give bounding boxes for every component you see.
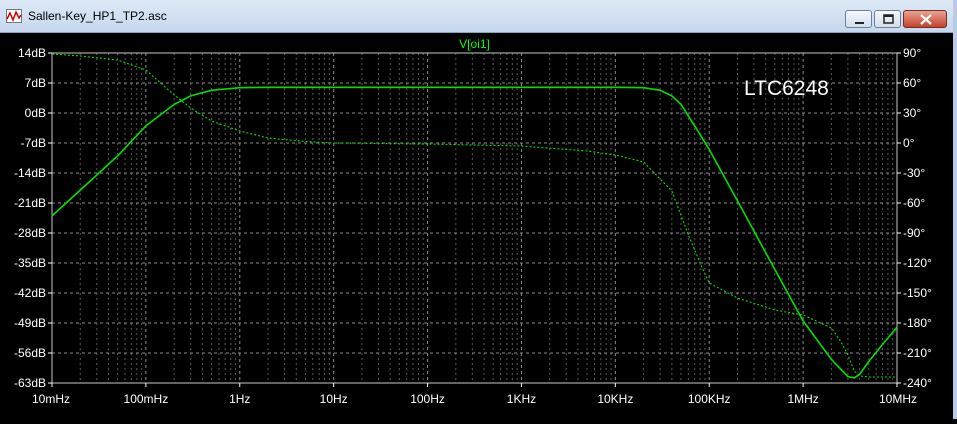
y-right-tick-label: -30° bbox=[903, 166, 925, 180]
y-left-tick-label: -21dB bbox=[14, 196, 46, 210]
y-left-tick-label: 14dB bbox=[18, 46, 46, 60]
y-left-tick-label: 7dB bbox=[25, 76, 46, 90]
y-right-tick-label: 30° bbox=[903, 106, 921, 120]
restore-button[interactable] bbox=[874, 10, 901, 28]
y-left-tick-label: -63dB bbox=[14, 376, 46, 390]
y-left-tick-label: -14dB bbox=[14, 166, 46, 180]
x-tick-label: 1MHz bbox=[787, 392, 818, 406]
y-left-tick-label: -42dB bbox=[14, 286, 46, 300]
plot-pane[interactable]: 14dB 7dB 0dB -7dB -14dB -21dB -28dB -35dB -42dB -… bbox=[0, 33, 957, 419]
y-right-tick-label: -150° bbox=[903, 286, 932, 300]
y-right-tick-label: -210° bbox=[903, 346, 932, 360]
y-left-tick-label: -56dB bbox=[14, 346, 46, 360]
y-left-tick-label: -28dB bbox=[14, 226, 46, 240]
y-right-tick-label: 0° bbox=[903, 136, 915, 150]
window-border bbox=[953, 0, 957, 419]
bode-plot[interactable]: 14dB 7dB 0dB -7dB -14dB -21dB -28dB -35dB -42dB -… bbox=[0, 33, 957, 419]
x-tick-label: 1Hz bbox=[229, 392, 250, 406]
x-tick-label: 10Hz bbox=[320, 392, 348, 406]
y-right-tick-label: -240° bbox=[903, 376, 932, 390]
minimize-button[interactable] bbox=[845, 10, 872, 28]
y-left-tick-label: -35dB bbox=[14, 256, 46, 270]
x-tick-label: 100mHz bbox=[124, 392, 169, 406]
restore-icon bbox=[883, 14, 894, 24]
y-right-tick-label: 60° bbox=[903, 76, 921, 90]
window-title: Sallen-Key_HP1_TP2.asc bbox=[28, 9, 167, 23]
y-right-tick-label: -120° bbox=[903, 256, 932, 270]
x-tick-label: 10KHz bbox=[597, 392, 633, 406]
minimize-icon bbox=[855, 22, 864, 24]
y-right-tick-label: -60° bbox=[903, 196, 925, 210]
y-left-tick-label: 0dB bbox=[25, 106, 46, 120]
close-button[interactable] bbox=[903, 10, 947, 28]
y-right-tick-label: -90° bbox=[903, 226, 925, 240]
window-titlebar[interactable]: Sallen-Key_HP1_TP2.asc bbox=[0, 0, 957, 33]
x-tick-label: 100Hz bbox=[410, 392, 445, 406]
y-right-tick-label: 90° bbox=[903, 46, 921, 60]
close-icon bbox=[920, 14, 932, 25]
y-left-tick-label: -49dB bbox=[14, 316, 46, 330]
plot-annotation: LTC6248 bbox=[744, 77, 829, 100]
x-tick-label: 100KHz bbox=[688, 392, 731, 406]
x-tick-label: 10mHz bbox=[32, 392, 70, 406]
x-tick-label: 1KHz bbox=[507, 392, 536, 406]
trace-label: V[oi1] bbox=[459, 37, 490, 51]
y-left-tick-label: -7dB bbox=[21, 136, 46, 150]
y-right-tick-label: -180° bbox=[903, 316, 932, 330]
waveform-app-icon bbox=[6, 9, 22, 23]
x-tick-label: 10MHz bbox=[879, 392, 917, 406]
